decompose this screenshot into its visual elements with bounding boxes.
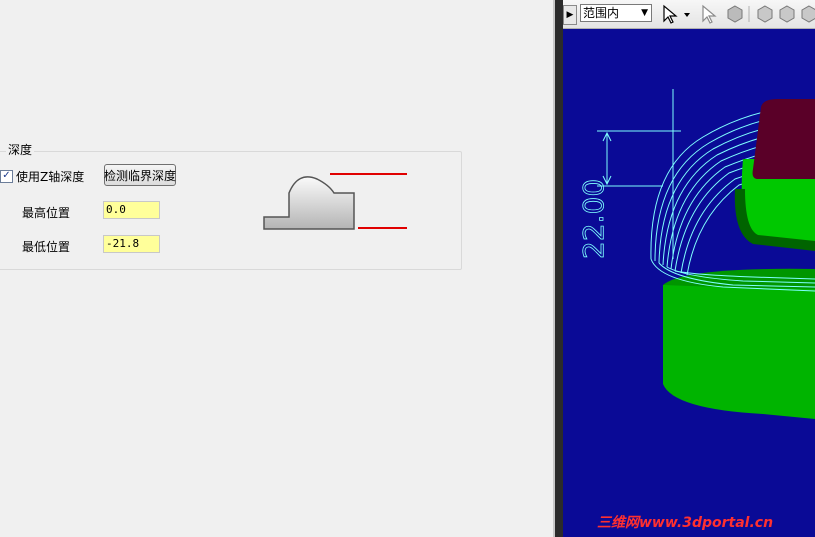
viewport-border — [555, 0, 563, 537]
range-select-arrow-icon[interactable]: ▼ — [641, 5, 648, 21]
depth-diagram-icon — [263, 173, 407, 230]
min-position-label: 最低位置 — [22, 240, 71, 254]
dimension-text: 22.00 — [577, 179, 610, 259]
range-select-value: 范围内 — [583, 6, 620, 20]
min-position-field[interactable]: -21.8 — [103, 235, 160, 253]
shaded-hexagon-icon[interactable] — [727, 5, 743, 23]
range-select[interactable]: 范围内 ▼ — [580, 4, 652, 22]
use-z-axis-row[interactable]: ✓ 使用Z轴深度 — [0, 168, 84, 184]
3d-viewport[interactable]: 22.00 — [563, 29, 815, 537]
hexagon-1-icon[interactable] — [757, 5, 773, 23]
detect-critical-depth-button[interactable]: 检测临界深度 — [104, 164, 176, 186]
select-pointer-icon[interactable] — [700, 4, 722, 24]
max-position-field[interactable]: 0.0 — [103, 201, 160, 219]
depth-dialog-panel: 深度 ✓ 使用Z轴深度 检测临界深度 最高位置 0.0 最低位置 -21.8 — [0, 0, 553, 537]
watermark-text: 三维网www.3dportal.cn — [597, 515, 774, 531]
machining-model: 22.00 — [577, 89, 815, 419]
use-z-axis-label: 使用Z轴深度 — [16, 169, 85, 184]
grip-icon[interactable]: ▶ — [563, 5, 577, 25]
max-position-label: 最高位置 — [22, 206, 71, 220]
pointer-icon[interactable] — [661, 4, 693, 24]
viewport-toolbar: ▶ 范围内 ▼ — [563, 0, 815, 29]
pointer-dropdown-icon — [684, 13, 690, 17]
hexagon-3-icon[interactable] — [801, 5, 815, 23]
use-z-axis-checkbox[interactable]: ✓ — [0, 169, 13, 183]
hexagon-2-icon[interactable] — [779, 5, 795, 23]
hexagon-toolbar-icons — [727, 5, 815, 23]
depth-group-title: 深度 — [6, 141, 35, 158]
